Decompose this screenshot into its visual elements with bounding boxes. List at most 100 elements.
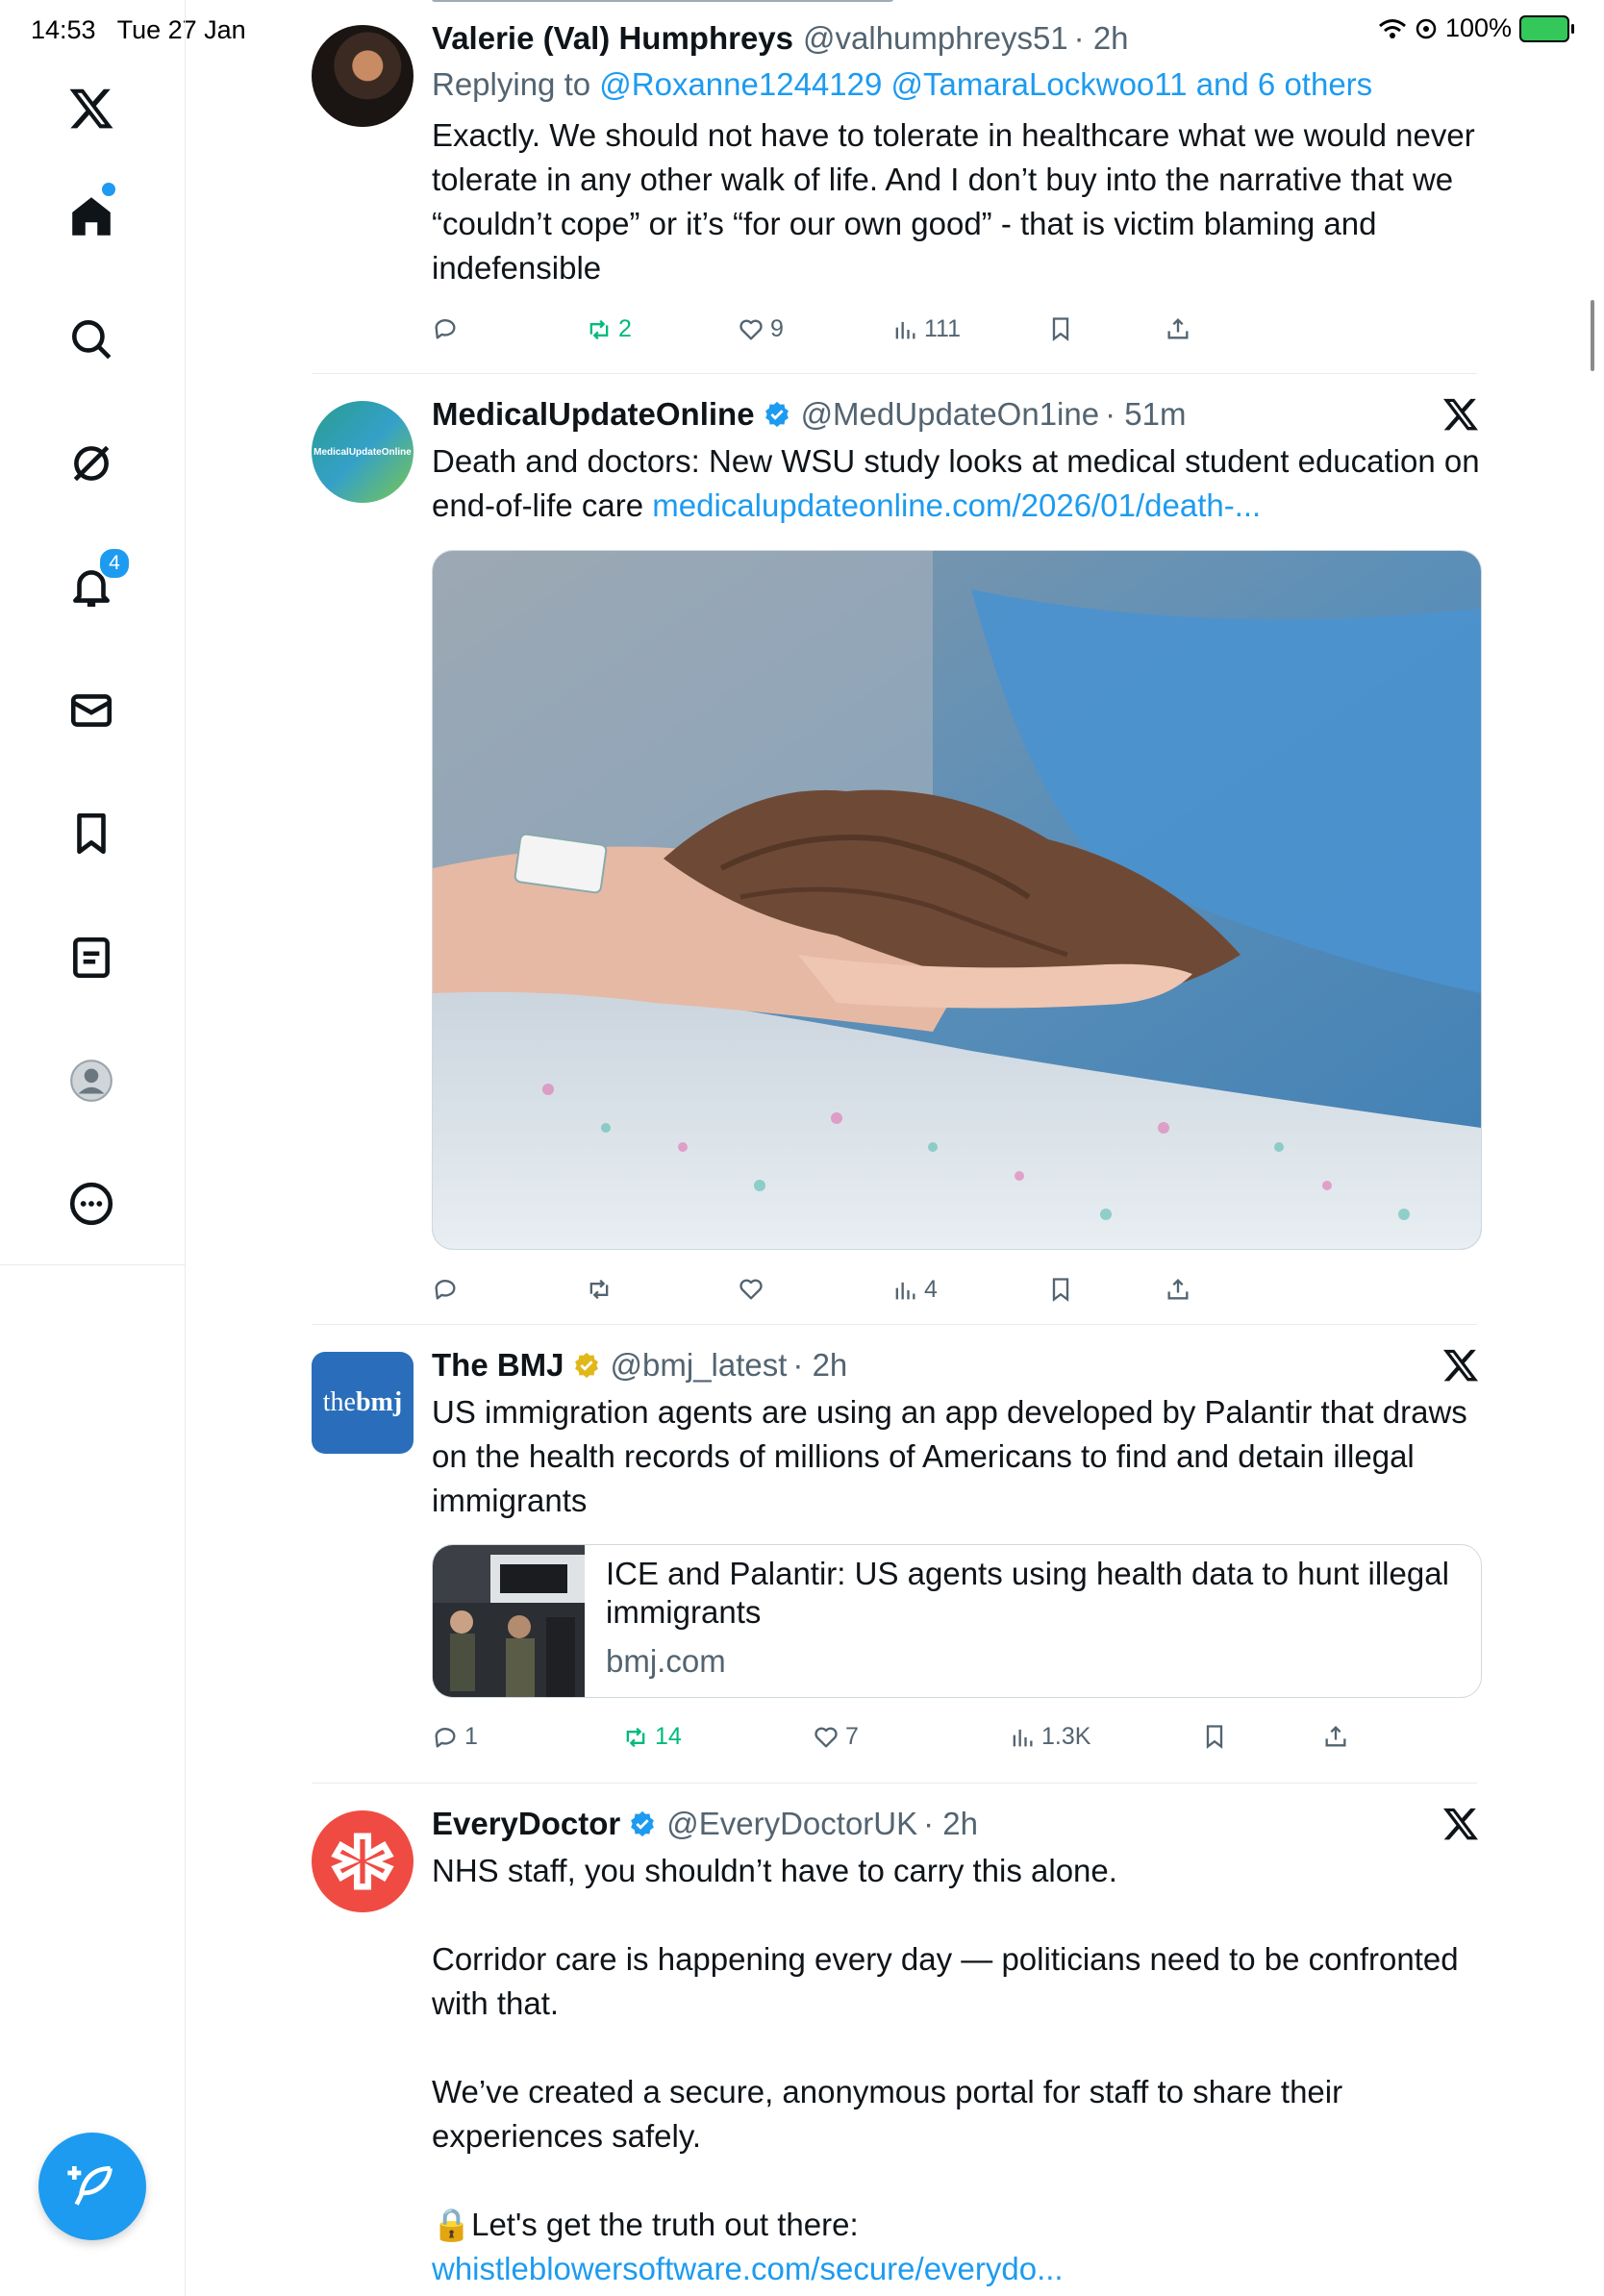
tweet-text: Death and doctors: New WSU study looks a… bbox=[432, 439, 1480, 528]
reply-button[interactable]: 1 bbox=[432, 1723, 478, 1751]
tweet-header: Valerie (Val) Humphreys @valhumphreys51 … bbox=[432, 19, 1480, 58]
tweet-header: EveryDoctor @EveryDoctorUK · 2h bbox=[432, 1805, 1480, 1843]
x-source-icon bbox=[1443, 398, 1478, 431]
tweet-text-p3: We’ve created a secure, anonymous portal… bbox=[432, 2074, 1352, 2154]
bookmark-icon bbox=[1052, 317, 1069, 341]
repost-button[interactable] bbox=[586, 1276, 618, 1303]
tweet-body: MedicalUpdateOnline @MedUpdateOn1ine · 5… bbox=[432, 395, 1480, 528]
repost-button[interactable]: 14 bbox=[622, 1723, 682, 1751]
divider bbox=[312, 373, 1477, 374]
lists-icon[interactable] bbox=[60, 926, 123, 989]
author-handle[interactable]: @bmj_latest bbox=[611, 1346, 788, 1385]
like-button[interactable] bbox=[738, 1276, 770, 1303]
x-logo-icon[interactable] bbox=[60, 77, 123, 140]
divider bbox=[312, 1783, 1477, 1784]
author-name[interactable]: EveryDoctor bbox=[432, 1805, 620, 1843]
avatar[interactable] bbox=[312, 1810, 414, 1912]
notifications-badge: 4 bbox=[98, 547, 131, 580]
views-count: 4 bbox=[924, 1276, 938, 1303]
more-icon[interactable] bbox=[60, 1172, 123, 1235]
heart-icon bbox=[739, 319, 763, 339]
tweet-actions: 1 14 7 1.3K bbox=[432, 1723, 1480, 1761]
bookmark-button[interactable] bbox=[1201, 1723, 1228, 1750]
views-button[interactable]: 111 bbox=[891, 315, 961, 343]
verified-gold-badge-icon bbox=[574, 1352, 598, 1379]
profile-avatar-icon[interactable] bbox=[60, 1049, 123, 1112]
heart-icon bbox=[739, 1279, 763, 1300]
notifications-icon[interactable]: 4 bbox=[60, 547, 131, 618]
author-handle[interactable]: @MedUpdateOn1ine bbox=[801, 395, 1100, 434]
sidebar-divider bbox=[0, 1264, 185, 1265]
tweet-header: The BMJ @bmj_latest · 2h bbox=[432, 1346, 1480, 1385]
repost-banner-cut bbox=[432, 0, 1009, 2]
x-source-icon bbox=[1443, 1349, 1478, 1382]
author-name[interactable]: Valerie (Val) Humphreys bbox=[432, 19, 793, 58]
x-source-icon bbox=[1443, 1808, 1478, 1840]
avatar-logo-bmj: bmj bbox=[355, 1387, 403, 1417]
repost-icon bbox=[589, 319, 609, 339]
bookmarks-icon[interactable] bbox=[60, 802, 123, 865]
repost-count: 14 bbox=[655, 1723, 682, 1750]
views-count: 1.3K bbox=[1041, 1723, 1091, 1750]
reply-to-users[interactable]: @Roxanne1244129 @TamaraLockwoo11 and 6 o… bbox=[599, 66, 1372, 102]
repost-icon bbox=[589, 1279, 609, 1300]
tweet-link[interactable]: medicalupdateonline.com/2026/01/death-..… bbox=[652, 487, 1261, 523]
tweet-time: · 51m bbox=[1105, 396, 1187, 432]
like-count: 7 bbox=[845, 1723, 859, 1750]
like-button[interactable]: 7 bbox=[813, 1723, 859, 1751]
views-button[interactable]: 1.3K bbox=[1009, 1723, 1090, 1751]
tweet-header: MedicalUpdateOnline @MedUpdateOn1ine · 5… bbox=[432, 395, 1480, 434]
repost-count: 2 bbox=[618, 315, 632, 342]
messages-icon[interactable] bbox=[60, 679, 123, 742]
home-icon[interactable] bbox=[60, 183, 123, 248]
views-icon bbox=[895, 1282, 915, 1299]
views-count: 111 bbox=[924, 315, 962, 342]
author-name[interactable]: MedicalUpdateOnline bbox=[432, 395, 755, 434]
home-unread-dot bbox=[102, 183, 115, 196]
bookmark-button[interactable] bbox=[1047, 1276, 1074, 1303]
sidebar: 4 bbox=[0, 0, 186, 2296]
tweet-text-p4: 🔒Let's get the truth out there: whistleb… bbox=[432, 2203, 1480, 2291]
tweet-image[interactable] bbox=[432, 550, 1482, 1250]
repost-button[interactable]: 2 bbox=[586, 315, 632, 343]
search-icon[interactable] bbox=[60, 308, 123, 371]
tweet-body: EveryDoctor @EveryDoctorUK · 2h NHS staf… bbox=[432, 1805, 1480, 2291]
avatar[interactable]: MedicalUpdateOnline bbox=[312, 401, 414, 503]
views-icon bbox=[895, 321, 915, 338]
author-handle[interactable]: @EveryDoctorUK bbox=[666, 1805, 917, 1843]
tweet-actions: 4 bbox=[432, 1276, 1480, 1314]
scrollbar[interactable] bbox=[1591, 300, 1594, 371]
reply-button[interactable] bbox=[432, 315, 464, 342]
reply-button[interactable] bbox=[432, 1276, 464, 1303]
author-handle[interactable]: @valhumphreys51 bbox=[803, 19, 1068, 58]
share-button[interactable] bbox=[1322, 1723, 1349, 1750]
link-card[interactable]: ICE and Palantir: US agents using health… bbox=[432, 1544, 1482, 1698]
avatar[interactable]: the bmj bbox=[312, 1352, 414, 1454]
reply-prefix: Replying to bbox=[432, 66, 600, 102]
share-icon bbox=[1167, 318, 1189, 339]
verified-badge-icon bbox=[764, 401, 789, 428]
compose-feather-icon bbox=[67, 2166, 113, 2206]
everydoctor-logo-icon bbox=[331, 1833, 394, 1890]
avatar[interactable] bbox=[312, 25, 414, 127]
heart-icon bbox=[815, 1727, 838, 1747]
like-button[interactable]: 9 bbox=[738, 315, 784, 343]
tweet-text-p1: NHS staff, you shouldn’t have to carry t… bbox=[432, 1853, 1117, 1888]
divider bbox=[312, 1324, 1477, 1325]
author-name[interactable]: The BMJ bbox=[432, 1346, 564, 1385]
reply-icon bbox=[435, 319, 456, 339]
bookmark-button[interactable] bbox=[1047, 315, 1074, 342]
card-title: ICE and Palantir: US agents using health… bbox=[606, 1556, 1449, 1630]
grok-icon[interactable] bbox=[60, 432, 123, 495]
reply-count: 1 bbox=[464, 1723, 478, 1750]
tweet-text-p2: Corridor care is happening every day — p… bbox=[432, 1941, 1467, 2021]
timeline-feed: Valerie (Val) Humphreys @valhumphreys51 … bbox=[185, 0, 1483, 2296]
tweet-body: Valerie (Val) Humphreys @valhumphreys51 … bbox=[432, 19, 1480, 290]
share-button[interactable] bbox=[1165, 315, 1191, 342]
tweet-link[interactable]: whistleblowersoftware.com/secure/everydo… bbox=[432, 2251, 1064, 2286]
tweet-time: · 2h bbox=[1073, 20, 1129, 56]
views-button[interactable]: 4 bbox=[891, 1276, 938, 1304]
reply-to: Replying to @Roxanne1244129 @TamaraLockw… bbox=[432, 65, 1480, 104]
share-button[interactable] bbox=[1165, 1276, 1191, 1303]
compose-button[interactable] bbox=[38, 2133, 146, 2240]
